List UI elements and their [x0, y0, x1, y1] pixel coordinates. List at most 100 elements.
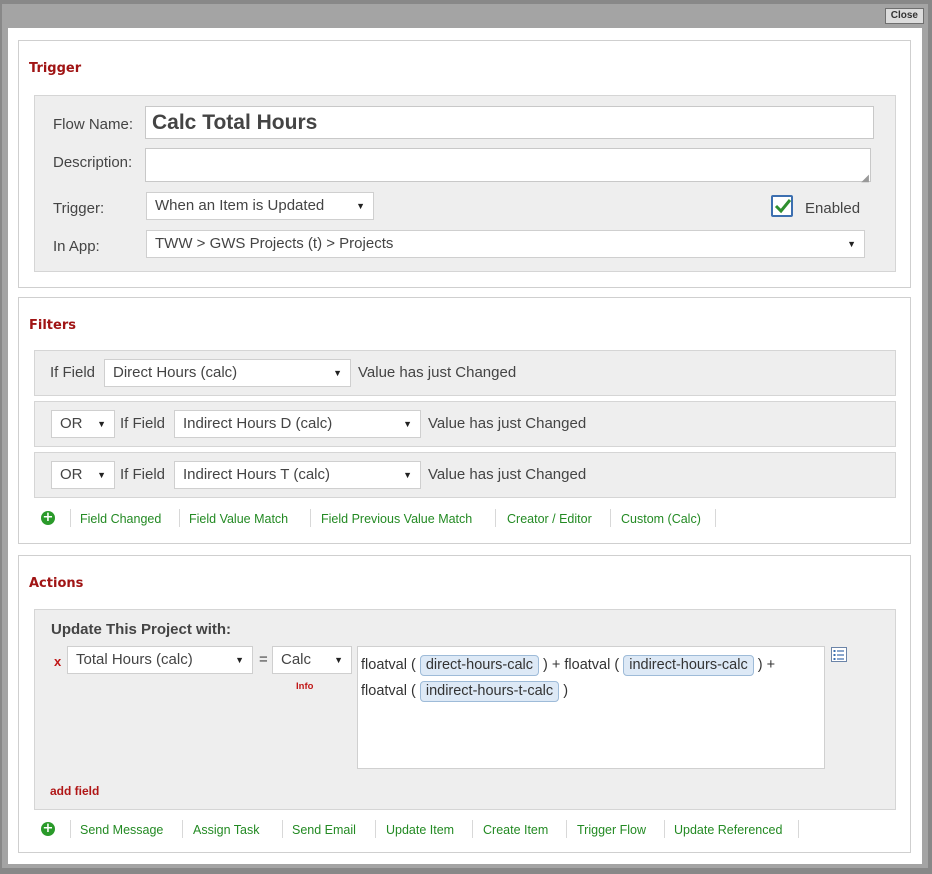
filter-connector-select[interactable]: OR ▼ [51, 461, 115, 489]
remove-field-button[interactable]: x [54, 654, 61, 669]
dropdown-arrow-icon: ▼ [97, 470, 106, 480]
trigger-label: Trigger: [53, 200, 105, 217]
resize-handle-icon[interactable]: ◢ [861, 173, 869, 184]
dialog-content: Trigger Flow Name: Calc Total Hours Desc… [8, 28, 922, 864]
description-textarea[interactable]: ◢ [145, 148, 871, 184]
trigger-select[interactable]: When an Item is Updated ▼ [146, 192, 374, 220]
action-field-select[interactable]: Total Hours (calc) ▼ [67, 646, 253, 674]
filter-connector-select[interactable]: OR ▼ [51, 410, 115, 438]
add-filter-creator-editor[interactable]: Creator / Editor [507, 512, 592, 526]
link-separator [495, 509, 496, 527]
link-separator [310, 509, 311, 527]
dropdown-arrow-icon: ▼ [235, 655, 244, 665]
action-mode-value: Calc [281, 651, 312, 668]
in-app-select[interactable]: TWW > GWS Projects (t) > Projects ▼ [146, 230, 865, 258]
link-separator [179, 509, 180, 527]
link-separator [798, 820, 799, 838]
enabled-checkbox[interactable] [771, 195, 793, 217]
action-assign-task[interactable]: Assign Task [193, 823, 259, 837]
filter-condition: Value has just Changed [428, 415, 587, 432]
dropdown-arrow-icon: ▼ [356, 201, 365, 211]
dropdown-arrow-icon: ▼ [97, 419, 106, 429]
action-field-value: Total Hours (calc) [76, 651, 193, 668]
filter-field-select[interactable]: Direct Hours (calc) ▼ [104, 359, 351, 387]
link-separator [70, 509, 71, 527]
update-action-title: Update This Project with: [51, 621, 232, 638]
action-trigger-flow[interactable]: Trigger Flow [577, 823, 646, 837]
update-action-box: Update This Project with: x Total Hours … [34, 609, 896, 810]
dropdown-arrow-icon: ▼ [847, 239, 856, 249]
filter-field-value: Indirect Hours D (calc) [183, 415, 333, 432]
filter-connector-value: OR [60, 415, 83, 432]
formula-token[interactable]: direct-hours-calc [419, 655, 540, 676]
equals-sign: = [259, 651, 268, 668]
if-field-label: If Field [120, 415, 166, 432]
action-send-message[interactable]: Send Message [80, 823, 163, 837]
add-filter-previous-value-match[interactable]: Field Previous Value Match [321, 512, 472, 526]
link-separator [282, 820, 283, 838]
filter-row: OR ▼ If Field Indirect Hours D (calc) ▼ … [34, 401, 896, 447]
flow-name-input[interactable]: Calc Total Hours [145, 106, 874, 139]
in-app-select-value: TWW > GWS Projects (t) > Projects [155, 235, 394, 252]
add-filter-custom-calc[interactable]: Custom (Calc) [621, 512, 701, 526]
formula-text: ) + floatval ( [543, 657, 620, 673]
formula-text: ) [563, 683, 569, 699]
formula-token[interactable]: indirect-hours-calc [623, 655, 754, 676]
link-separator [715, 509, 716, 527]
flow-name-value: Calc Total Hours [152, 111, 318, 134]
link-separator [182, 820, 183, 838]
add-filter-field-value-match[interactable]: Field Value Match [189, 512, 288, 526]
if-field-label: If Field [120, 466, 166, 483]
formula-token[interactable]: indirect-hours-t-calc [419, 681, 560, 702]
trigger-box: Flow Name: Calc Total Hours Description:… [34, 95, 896, 272]
filter-field-select[interactable]: Indirect Hours T (calc) ▼ [174, 461, 421, 489]
add-filter-icon[interactable]: + [41, 511, 55, 525]
flow-name-label: Flow Name: [53, 116, 134, 133]
action-link-bar: + Send Message Assign Task Send Email Up… [29, 820, 809, 840]
action-update-referenced[interactable]: Update Referenced [674, 823, 782, 837]
checkmark-icon [774, 199, 792, 214]
filter-field-select[interactable]: Indirect Hours D (calc) ▼ [174, 410, 421, 438]
info-link[interactable]: Info [296, 681, 313, 692]
filter-link-bar: + Field Changed Field Value Match Field … [29, 509, 729, 529]
formula-text: floatval ( [361, 683, 416, 699]
link-separator [610, 509, 611, 527]
dropdown-arrow-icon: ▼ [333, 368, 342, 378]
trigger-title: Trigger [29, 61, 82, 76]
filter-connector-value: OR [60, 466, 83, 483]
formula-editor[interactable]: floatval ( direct-hours-calc ) + floatva… [357, 646, 825, 769]
if-field-label: If Field [50, 364, 96, 381]
enabled-label: Enabled [805, 200, 861, 217]
add-field-link[interactable]: add field [50, 784, 99, 798]
filter-row: OR ▼ If Field Indirect Hours T (calc) ▼ … [34, 452, 896, 498]
description-label: Description: [53, 154, 133, 171]
add-action-icon[interactable]: + [41, 822, 55, 836]
actions-section: Actions Update This Project with: x Tota… [18, 555, 911, 853]
field-picker-icon[interactable] [831, 647, 847, 663]
link-separator [664, 820, 665, 838]
add-filter-field-changed[interactable]: Field Changed [80, 512, 161, 526]
flow-dialog: Close Trigger Flow Name: Calc Total Hour… [2, 4, 928, 868]
filter-condition: Value has just Changed [358, 364, 517, 381]
link-separator [566, 820, 567, 838]
action-send-email[interactable]: Send Email [292, 823, 356, 837]
link-separator [375, 820, 376, 838]
action-mode-select[interactable]: Calc ▼ [272, 646, 352, 674]
link-separator [70, 820, 71, 838]
filters-section: Filters If Field Direct Hours (calc) ▼ V… [18, 297, 911, 544]
filter-field-value: Direct Hours (calc) [113, 364, 238, 381]
dropdown-arrow-icon: ▼ [403, 419, 412, 429]
filter-field-value: Indirect Hours T (calc) [183, 466, 330, 483]
action-update-item[interactable]: Update Item [386, 823, 454, 837]
trigger-section: Trigger Flow Name: Calc Total Hours Desc… [18, 40, 911, 288]
link-separator [472, 820, 473, 838]
dropdown-arrow-icon: ▼ [403, 470, 412, 480]
filter-condition: Value has just Changed [428, 466, 587, 483]
filter-row: If Field Direct Hours (calc) ▼ Value has… [34, 350, 896, 396]
formula-text: floatval ( [361, 657, 416, 673]
action-create-item[interactable]: Create Item [483, 823, 548, 837]
filters-title: Filters [29, 318, 76, 333]
dropdown-arrow-icon: ▼ [334, 655, 343, 665]
actions-title: Actions [29, 576, 84, 591]
close-button[interactable]: Close [884, 8, 924, 24]
